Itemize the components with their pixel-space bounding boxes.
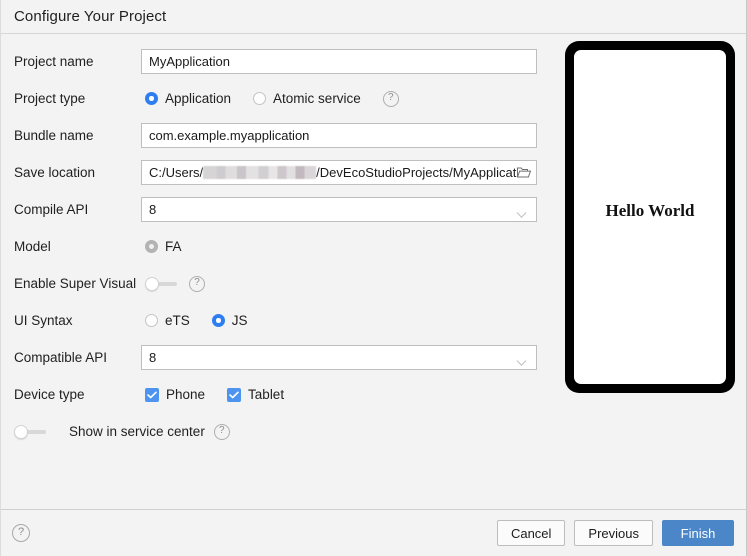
finish-button[interactable]: Finish [662, 520, 734, 546]
cancel-button[interactable]: Cancel [496, 520, 566, 546]
radio-icon-ets [145, 314, 158, 327]
compile-api-select[interactable]: 8 [141, 197, 537, 222]
row-model: Model FA [1, 228, 553, 265]
checkbox-label-phone: Phone [166, 387, 206, 402]
help-icon-project-type[interactable]: ? [382, 90, 399, 107]
label-project-name: Project name [14, 54, 94, 69]
row-save-location: Save location C:/Users/ /DevEcoStudioProj… [1, 154, 553, 191]
row-ui-syntax: UI Syntax eTS JS [1, 302, 553, 339]
help-icon-super-visual[interactable]: ? [189, 275, 205, 292]
row-super-visual: Enable Super Visual ? [1, 265, 553, 302]
configure-project-dialog: Configure Your Project Project name MyAp… [0, 0, 747, 556]
save-location-value-suffix: /DevEcoStudioProjects/MyApplicat [316, 165, 517, 180]
field-project-type: Application Atomic service ? [141, 90, 537, 107]
project-name-input[interactable]: MyApplication [141, 49, 537, 74]
radio-label-fa: FA [165, 239, 182, 254]
chevron-down-icon-compatible-api [516, 354, 527, 366]
checkbox-icon-tablet [227, 387, 242, 402]
radio-option-application[interactable]: Application [145, 91, 231, 106]
row-device-type: Device type Phone Tablet [1, 376, 553, 413]
field-compatible-api: 8 [141, 345, 537, 370]
radio-label-atomic-service: Atomic service [273, 91, 361, 106]
field-super-visual: ? [141, 275, 537, 292]
toggle-super-visual[interactable] [145, 276, 177, 291]
project-name-value: MyApplication [149, 54, 230, 69]
label-bundle-name: Bundle name [14, 128, 94, 143]
checkbox-option-tablet[interactable]: Tablet [227, 387, 284, 402]
toggle-knob-service-center [14, 424, 28, 439]
radio-icon-js [211, 314, 225, 327]
compile-api-value: 8 [149, 202, 157, 217]
label-device-type: Device type [14, 387, 85, 402]
checkbox-icon-phone [145, 387, 159, 402]
checkbox-option-phone[interactable]: Phone [145, 387, 205, 402]
field-model: FA [141, 239, 537, 254]
label-super-visual: Enable Super Visual [14, 276, 137, 291]
row-project-name: Project name MyApplication [1, 43, 553, 80]
redacted-username [203, 166, 317, 179]
radio-icon-atomic-service [253, 92, 267, 105]
label-ui-syntax: UI Syntax [14, 313, 73, 328]
label-project-type: Project type [14, 91, 86, 106]
field-ui-syntax: eTS JS [141, 313, 537, 328]
compatible-api-value: 8 [149, 350, 157, 365]
save-location-value-prefix: C:/Users/ [149, 165, 204, 180]
field-save-location: C:/Users/ /DevEcoStudioProjects/MyApplica… [141, 160, 537, 185]
chevron-down-icon-compile-api [516, 206, 527, 218]
toggle-knob-super-visual [145, 276, 159, 291]
field-project-name: MyApplication [141, 49, 537, 74]
label-compatible-api: Compatible API [14, 350, 108, 365]
radio-option-atomic-service[interactable]: Atomic service [253, 91, 361, 106]
label-save-location: Save location [14, 165, 96, 180]
radio-icon-application [145, 92, 158, 105]
form-area: Project name MyApplication Project type … [1, 34, 553, 450]
radio-option-fa[interactable]: FA [145, 239, 182, 254]
dialog-footer: ? Cancel Previous Finish [1, 510, 746, 556]
device-preview-screen: Hello World [574, 50, 726, 384]
previous-button[interactable]: Previous [574, 520, 653, 546]
radio-label-ets: eTS [165, 313, 190, 328]
bundle-name-value: com.example.myapplication [149, 128, 310, 143]
radio-option-ets[interactable]: eTS [145, 313, 190, 328]
preview-hello-world-text: Hello World [605, 201, 695, 220]
compatible-api-select[interactable]: 8 [141, 345, 537, 370]
device-preview: Hello World [565, 41, 735, 393]
checkbox-label-tablet: Tablet [248, 387, 285, 402]
row-compile-api: Compile API 8 [1, 191, 553, 228]
bundle-name-input[interactable]: com.example.myapplication [141, 123, 537, 148]
save-location-input[interactable]: C:/Users/ /DevEcoStudioProjects/MyApplica… [141, 160, 537, 185]
help-icon-footer[interactable]: ? [12, 524, 30, 542]
row-project-type: Project type Application Atomic service … [1, 80, 553, 117]
dialog-content: Project name MyApplication Project type … [1, 33, 746, 510]
radio-option-js[interactable]: JS [211, 313, 248, 328]
radio-icon-fa [145, 240, 158, 253]
row-compatible-api: Compatible API 8 [1, 339, 553, 376]
toggle-service-center[interactable] [14, 424, 46, 439]
label-service-center: Show in service center [69, 424, 205, 439]
radio-label-application: Application [165, 91, 232, 106]
label-model: Model [14, 239, 51, 254]
folder-icon[interactable] [516, 166, 531, 179]
label-compile-api: Compile API [14, 202, 89, 217]
field-device-type: Phone Tablet [141, 387, 537, 402]
row-bundle-name: Bundle name com.example.myapplication [1, 117, 553, 154]
row-service-center: Show in service center ? [1, 413, 553, 450]
help-icon-service-center[interactable]: ? [213, 423, 230, 440]
radio-label-js: JS [231, 313, 248, 328]
page-title: Configure Your Project [1, 0, 746, 33]
field-bundle-name: com.example.myapplication [141, 123, 537, 148]
field-compile-api: 8 [141, 197, 537, 222]
